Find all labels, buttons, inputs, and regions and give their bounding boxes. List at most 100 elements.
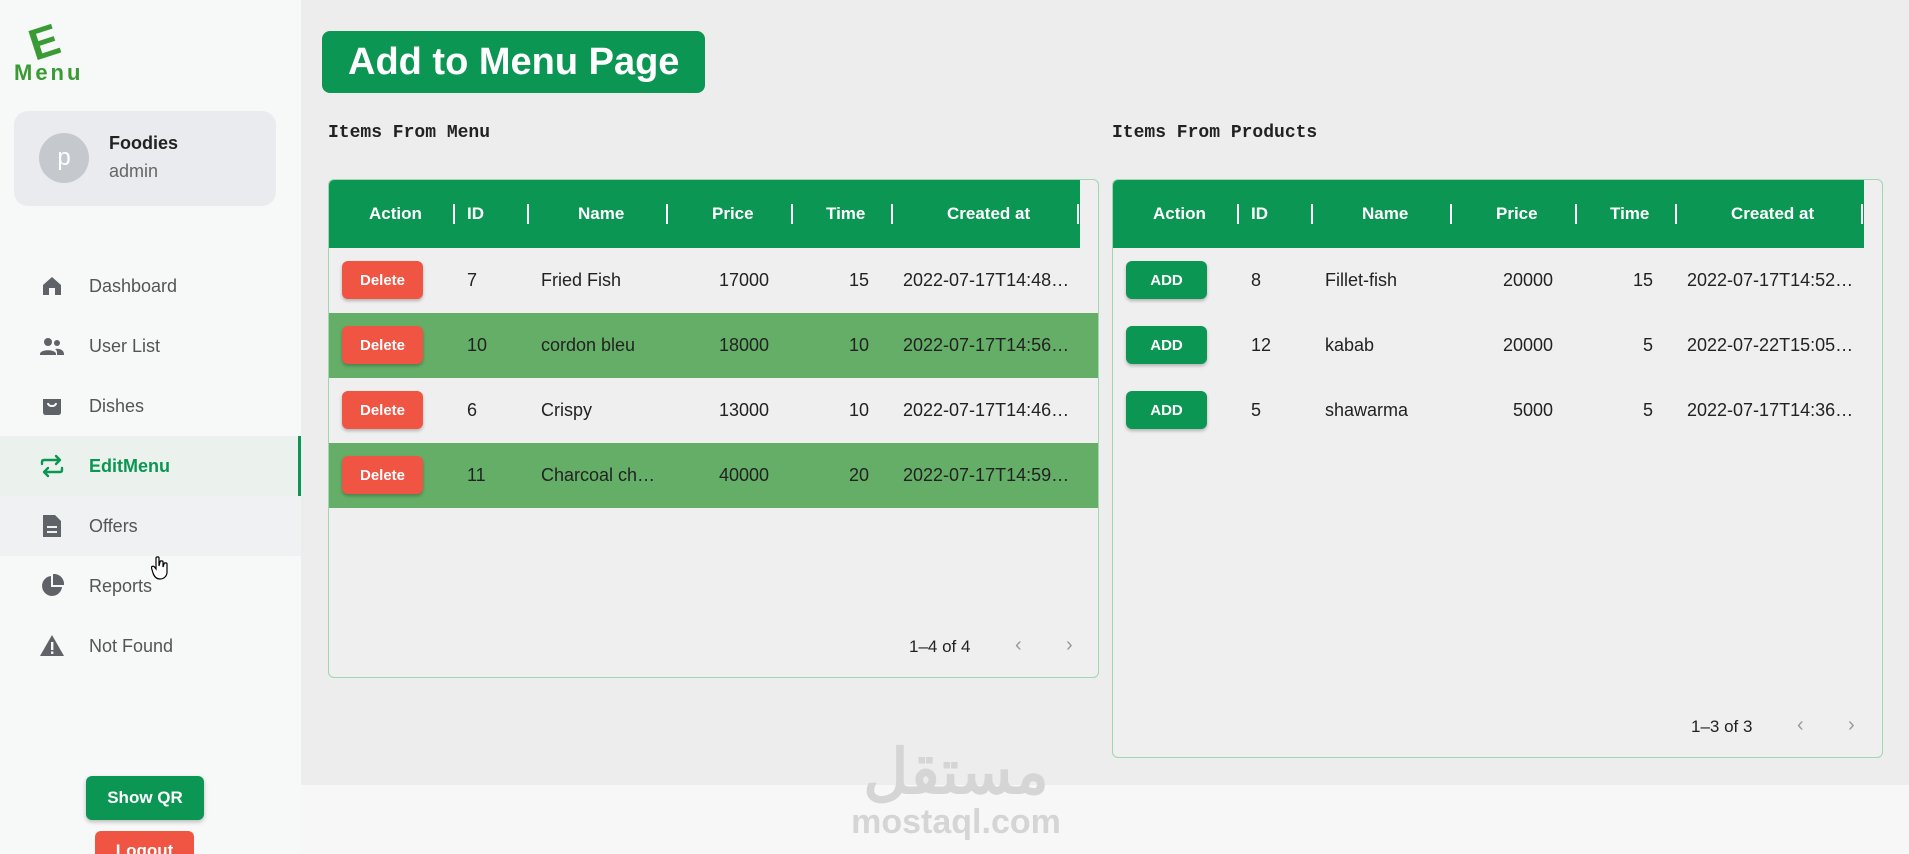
column-header-price[interactable]: Price <box>712 180 754 248</box>
sidebar-item-offers[interactable]: Offers <box>0 496 301 556</box>
cell-name: Crispy <box>541 400 593 420</box>
delete-button[interactable]: Delete <box>342 326 423 364</box>
menu-items-grid: Action ID Name Price Time Created at Del… <box>328 179 1099 678</box>
watermark: مستقل mostaql.com <box>838 738 1074 841</box>
cell-created-at: 2022-07-17T14:36… <box>1687 400 1854 420</box>
profile-role: admin <box>109 161 159 181</box>
cell-name: shawarma <box>1325 400 1409 420</box>
app-logo[interactable]: E Menu <box>14 15 84 85</box>
sidebar-item-editmenu[interactable]: EditMenu <box>0 436 301 496</box>
pagination-info: 1–4 of 4 <box>909 637 971 656</box>
cell-created-at: 2022-07-17T14:46… <box>903 400 1070 420</box>
delete-button[interactable]: Delete <box>342 261 423 299</box>
table-row[interactable]: Delete 7 Fried Fish 17000 15 2022-07-17T… <box>329 248 1098 313</box>
cell-created-at: 2022-07-17T14:52… <box>1687 270 1854 290</box>
column-separator[interactable] <box>527 204 529 224</box>
chevron-left-icon[interactable]: ‹ <box>1797 714 1804 737</box>
cell-time: 5 <box>1642 400 1653 420</box>
sidebar-item-dishes[interactable]: Dishes <box>0 376 301 436</box>
sidebar-item-not-found[interactable]: Not Found <box>0 616 301 676</box>
sidebar: E Menu p Foodies admin Dashboard User Li… <box>0 0 301 854</box>
cell-id: 5 <box>1251 400 1262 420</box>
table-row[interactable]: ADD 5 shawarma 5000 5 2022-07-17T14:36… <box>1113 378 1882 443</box>
column-separator[interactable] <box>1450 204 1452 224</box>
column-separator[interactable] <box>1861 204 1863 224</box>
cell-price: 20000 <box>1502 335 1553 355</box>
column-header-id[interactable]: ID <box>1251 180 1268 248</box>
column-header-created-at[interactable]: Created at <box>1731 180 1814 248</box>
column-separator[interactable] <box>1311 204 1313 224</box>
sidebar-item-label: Not Found <box>89 635 174 656</box>
cell-id: 11 <box>467 465 486 485</box>
cell-price: 40000 <box>718 465 769 485</box>
add-button[interactable]: ADD <box>1126 391 1207 429</box>
watermark-arabic: مستقل <box>863 738 1049 807</box>
cell-id: 10 <box>467 335 488 355</box>
logout-button[interactable]: Logout <box>95 831 194 854</box>
swap-icon <box>38 452 66 480</box>
hand-cursor-icon <box>150 556 169 585</box>
column-header-name[interactable]: Name <box>1362 180 1408 248</box>
column-separator[interactable] <box>453 204 455 224</box>
table-row[interactable]: Delete 10 cordon bleu 18000 10 2022-07-1… <box>329 313 1098 378</box>
products-items-grid: Action ID Name Price Time Created at ADD… <box>1112 179 1883 758</box>
sidebar-item-user-list[interactable]: User List <box>0 316 301 376</box>
cell-created-at: 2022-07-17T14:59… <box>903 465 1070 485</box>
sidebar-item-label: User List <box>89 335 161 356</box>
products-section-title: Items From Products <box>1112 123 1318 143</box>
column-separator[interactable] <box>1077 204 1079 224</box>
cell-created-at: 2022-07-17T14:48… <box>903 270 1070 290</box>
cell-time: 20 <box>848 465 869 485</box>
sidebar-item-dashboard[interactable]: Dashboard <box>0 256 301 316</box>
grid-header: Action ID Name Price Time Created at <box>1113 180 1864 248</box>
chevron-right-icon[interactable]: › <box>1848 714 1855 737</box>
sidebar-nav: Dashboard User List Dishes EditMenu Offe… <box>0 256 301 676</box>
grid-header: Action ID Name Price Time Created at <box>329 180 1080 248</box>
show-qr-button[interactable]: Show QR <box>86 776 204 820</box>
cell-time: 5 <box>1642 335 1653 355</box>
sidebar-item-label: Dashboard <box>89 275 178 296</box>
cell-id: 12 <box>1251 335 1272 355</box>
user-profile-card: p Foodies admin <box>14 111 276 206</box>
column-separator[interactable] <box>1237 204 1239 224</box>
watermark-latin: mostaql.com <box>851 803 1061 841</box>
column-header-created-at[interactable]: Created at <box>947 180 1030 248</box>
table-row[interactable]: Delete 11 Charcoal ch… 40000 20 2022-07-… <box>329 443 1098 508</box>
cell-price: 18000 <box>718 335 769 355</box>
add-button[interactable]: ADD <box>1126 261 1207 299</box>
column-header-name[interactable]: Name <box>578 180 624 248</box>
column-separator[interactable] <box>891 204 893 224</box>
cell-name: Fillet-fish <box>1325 270 1398 290</box>
column-separator[interactable] <box>1575 204 1577 224</box>
chevron-right-icon[interactable]: › <box>1066 634 1073 657</box>
column-header-time[interactable]: Time <box>1610 180 1649 248</box>
column-header-action[interactable]: Action <box>369 180 422 248</box>
avatar: p <box>39 133 89 183</box>
column-separator[interactable] <box>1675 204 1677 224</box>
cell-id: 7 <box>467 270 478 290</box>
column-header-id[interactable]: ID <box>467 180 484 248</box>
cell-price: 5000 <box>1512 400 1553 420</box>
cell-created-at: 2022-07-22T15:05… <box>1687 335 1854 355</box>
chevron-left-icon[interactable]: ‹ <box>1015 634 1022 657</box>
column-header-time[interactable]: Time <box>826 180 865 248</box>
table-row[interactable]: ADD 12 kabab 20000 5 2022-07-22T15:05… <box>1113 313 1882 378</box>
table-row[interactable]: Delete 6 Crispy 13000 10 2022-07-17T14:4… <box>329 378 1098 443</box>
column-separator[interactable] <box>791 204 793 224</box>
delete-button[interactable]: Delete <box>342 391 423 429</box>
footer-area <box>301 785 1909 854</box>
column-header-action[interactable]: Action <box>1153 180 1206 248</box>
cell-created-at: 2022-07-17T14:56… <box>903 335 1070 355</box>
cell-name: Fried Fish <box>541 270 622 290</box>
cell-id: 6 <box>467 400 478 420</box>
sidebar-item-label: Dishes <box>89 395 145 416</box>
table-row[interactable]: ADD 8 Fillet-fish 20000 15 2022-07-17T14… <box>1113 248 1882 313</box>
column-header-price[interactable]: Price <box>1496 180 1538 248</box>
delete-button[interactable]: Delete <box>342 456 423 494</box>
pagination-info: 1–3 of 3 <box>1691 717 1753 736</box>
add-button[interactable]: ADD <box>1126 326 1207 364</box>
cell-price: 13000 <box>718 400 769 420</box>
profile-name: Foodies <box>109 133 179 153</box>
column-separator[interactable] <box>666 204 668 224</box>
home-icon <box>38 272 66 300</box>
